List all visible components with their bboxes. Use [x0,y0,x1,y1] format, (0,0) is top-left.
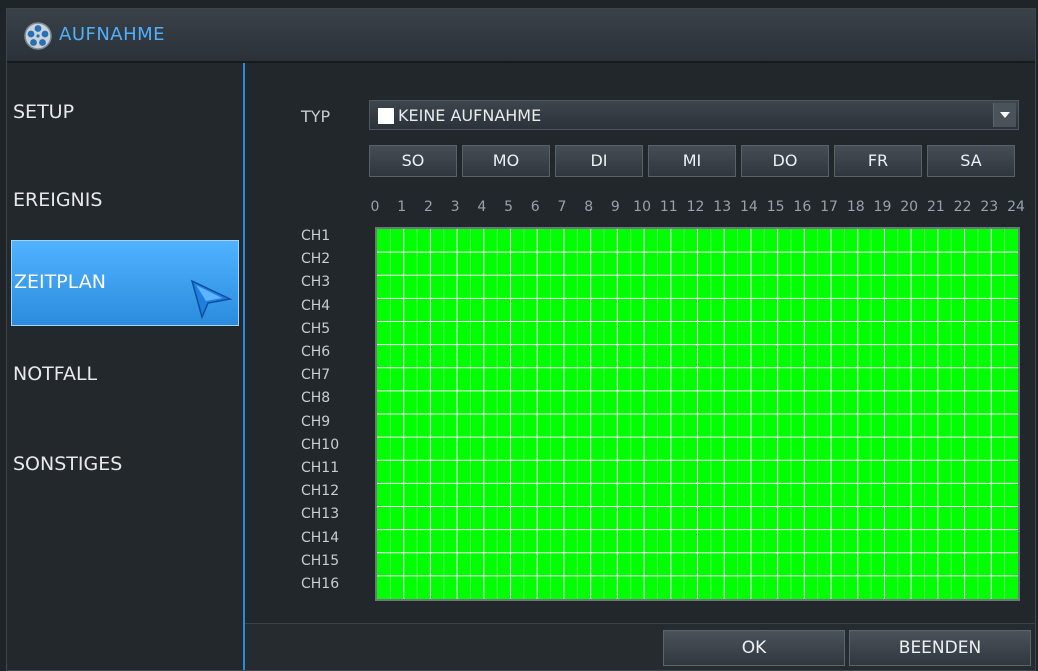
hour-label: 23 [980,199,999,215]
hour-label: 11 [659,199,678,215]
channel-label: CH9 [301,413,331,430]
chevron-down-icon [1000,112,1010,118]
day-button-fr[interactable]: FR [834,145,922,177]
exit-button[interactable]: BEENDEN [849,630,1031,666]
type-color-swatch [378,108,394,124]
sidebar: SETUP EREIGNIS ZEITPLAN NOTFALL SONSTIGE… [7,63,245,670]
hour-label: 14 [739,199,758,215]
hour-label: 1 [397,199,407,215]
day-selector: SO MO DI MI DO FR SA [369,145,1019,177]
type-label: TYP [301,107,331,126]
recording-window: AUFNAHME SETUP EREIGNIS ZEITPLAN NOTFALL… [6,8,1036,671]
record-type-select[interactable]: KEINE AUFNAHME [369,100,1019,130]
hour-label: 19 [873,199,892,215]
sidebar-item-sonstiges[interactable]: SONSTIGES [11,423,239,509]
day-button-sa[interactable]: SA [927,145,1015,177]
hour-label: 10 [633,199,651,215]
hour-label: 18 [846,199,865,215]
channel-label: CH14 [301,529,340,546]
channel-label: CH6 [301,344,331,360]
day-button-mi[interactable]: MI [648,145,736,177]
day-button-so[interactable]: SO [369,145,457,177]
schedule-grid[interactable] [375,227,1020,601]
sidebar-item-label: SONSTIGES [13,453,123,475]
channel-label: CH16 [301,576,340,592]
sidebar-item-label: SETUP [13,101,75,123]
channel-label: CH15 [301,552,340,569]
hour-label: 13 [713,199,732,215]
hour-label: 15 [766,199,785,215]
channel-label: CH8 [301,390,331,407]
hour-axis: 0 1 2 3 4 5 6 7 8 9 10 11 12 13 14 15 16 17 18 19 20 21 22 23 24 [363,199,1025,219]
day-button-di[interactable]: DI [555,145,643,177]
channel-label: CH13 [301,506,340,523]
hour-label: 8 [584,199,594,215]
hour-label: 4 [477,199,487,215]
channel-label: CH3 [301,274,331,291]
channel-label: CH2 [301,251,331,268]
sidebar-item-notfall[interactable]: NOTFALL [11,333,239,419]
day-button-mo[interactable]: MO [462,145,550,177]
hour-label: 21 [926,199,945,215]
hour-label: 0 [370,199,380,215]
channel-label: CH1 [301,228,331,244]
channel-label: CH11 [301,460,340,476]
pointer-arrow-icon [190,279,233,319]
hour-label: 2 [423,199,433,215]
film-reel-icon [24,22,52,50]
dropdown-button[interactable] [993,103,1016,127]
schedule-panel: TYP KEINE AUFNAHME SO MO DI MI DO FR SA … [245,63,1035,670]
hour-label: 7 [557,199,567,215]
channel-label: CH4 [301,297,331,314]
hour-label: 9 [610,199,620,215]
day-button-do[interactable]: DO [741,145,829,177]
sidebar-item-zeitplan[interactable]: ZEITPLAN [11,240,239,326]
hour-label: 5 [504,199,513,215]
channel-label: CH12 [301,483,340,500]
footer-bar: OK BEENDEN [245,623,1035,670]
hour-label: 20 [900,199,919,215]
sidebar-item-label: EREIGNIS [13,189,103,211]
window-title: AUFNAHME [59,24,166,45]
hour-label: 3 [450,199,460,215]
channel-label: CH10 [301,436,340,453]
sidebar-item-label: ZEITPLAN [14,271,106,293]
sidebar-item-label: NOTFALL [13,363,98,385]
sidebar-item-ereignis[interactable]: EREIGNIS [11,159,239,245]
hour-label: 12 [686,199,705,215]
hour-label: 6 [530,199,540,215]
hour-label: 22 [953,199,972,215]
channel-label: CH7 [301,367,331,384]
ok-button[interactable]: OK [663,630,845,666]
record-type-value: KEINE AUFNAHME [398,106,542,125]
hour-label: 24 [1007,199,1025,215]
title-bar: AUFNAHME [7,9,1035,63]
schedule-grid-lines [377,229,1018,599]
sidebar-item-setup[interactable]: SETUP [11,71,239,157]
hour-label: 16 [793,199,812,215]
hour-label: 17 [820,199,838,215]
channel-label: CH5 [301,320,331,337]
